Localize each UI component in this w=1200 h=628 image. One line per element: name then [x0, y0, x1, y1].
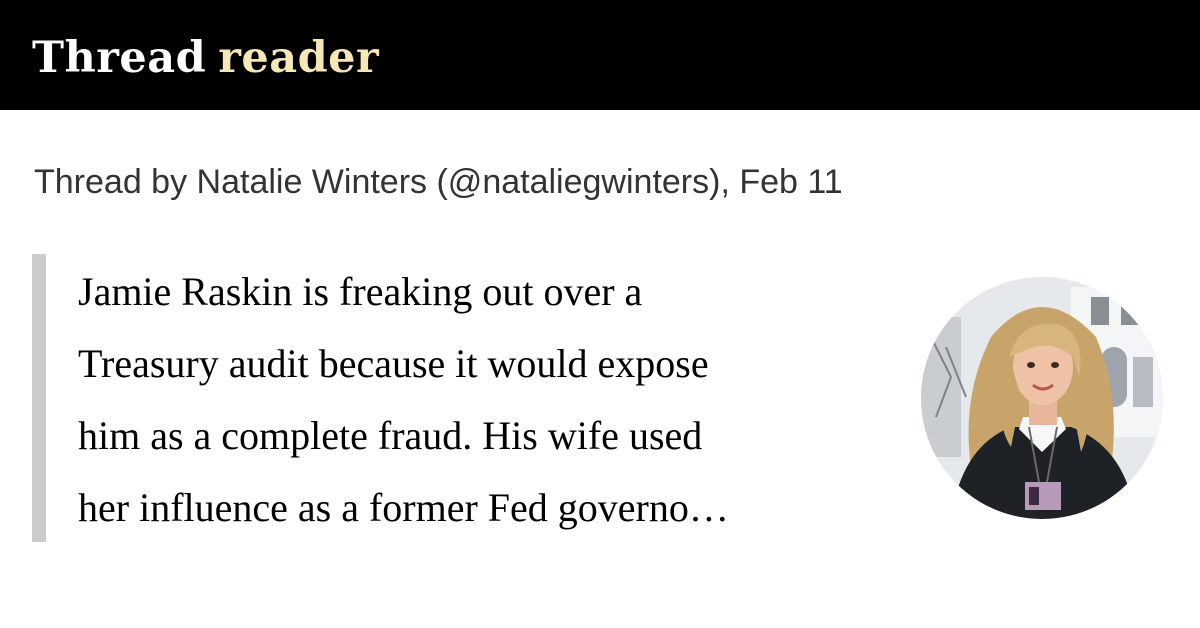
tweet-line: her influence as a former Fed governo…: [78, 485, 729, 530]
threadreader-logo[interactable]: Thread reader: [32, 30, 379, 86]
tweet-line: him as a complete fraud. His wife used: [78, 413, 703, 458]
logo-reader-text: reader: [218, 33, 380, 83]
logo-thread-text: Thread: [32, 33, 207, 83]
profile-photo-icon: [921, 277, 1163, 519]
header-bar: Thread reader: [0, 0, 1200, 110]
tweet-line: Jamie Raskin is freaking out over a: [78, 269, 643, 314]
tweet-text: Jamie Raskin is freaking out over a Trea…: [78, 256, 898, 544]
author-avatar[interactable]: [921, 277, 1163, 519]
thread-byline: Thread by Natalie Winters (@nataliegwint…: [34, 163, 843, 201]
quote-bar: [32, 254, 46, 542]
tweet-line: Treasury audit because it would expose: [78, 341, 709, 386]
